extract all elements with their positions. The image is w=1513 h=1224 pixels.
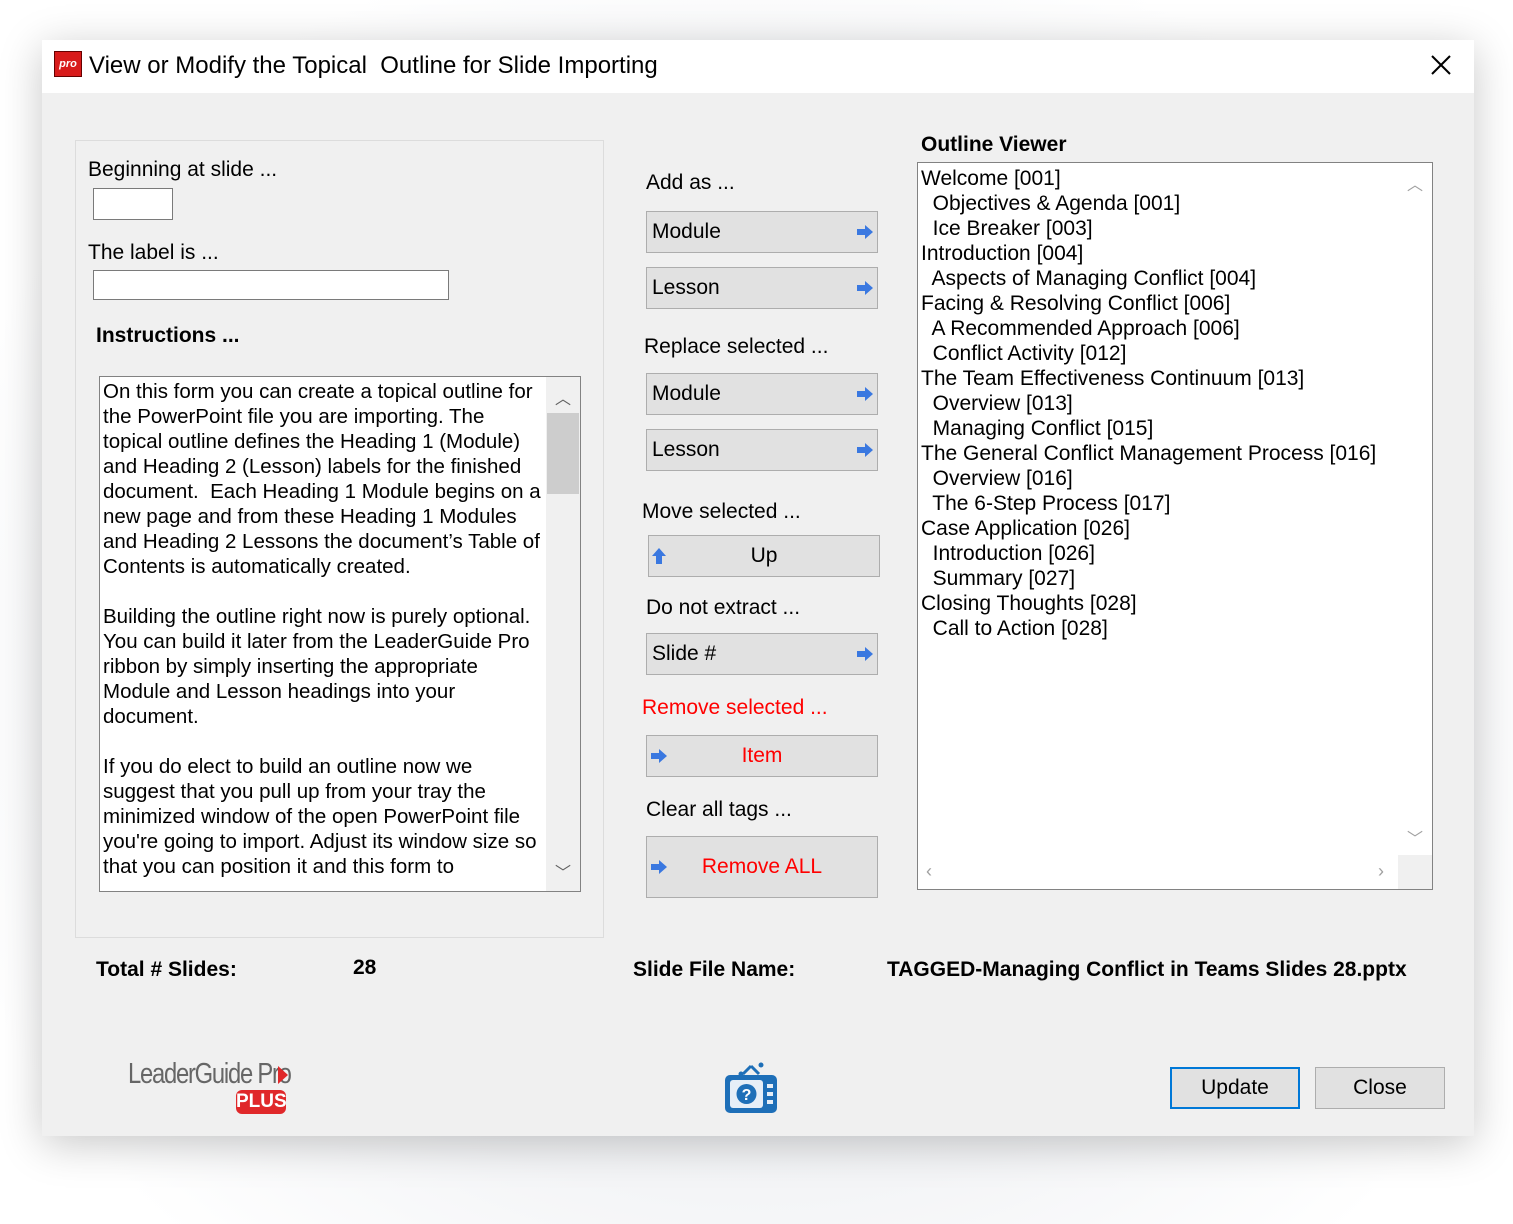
outline-listbox[interactable]: Welcome [001] Objectives & Agenda [001] … <box>917 162 1433 890</box>
outline-item[interactable]: The Team Effectiveness Continuum [013] <box>921 366 1376 391</box>
outline-item[interactable]: Facing & Resolving Conflict [006] <box>921 291 1376 316</box>
label-input[interactable] <box>93 270 449 300</box>
outline-item[interactable]: Summary [027] <box>921 566 1376 591</box>
replace-label: Replace selected ... <box>644 335 829 358</box>
move-up-button[interactable]: Up <box>648 535 880 577</box>
logo-text: LeaderGuide Pro <box>128 1058 292 1090</box>
instructions-heading: Instructions ... <box>96 324 240 347</box>
outline-item[interactable]: Objectives & Agenda [001] <box>921 191 1376 216</box>
outline-item[interactable]: Overview [016] <box>921 466 1376 491</box>
arrow-right-icon <box>857 387 873 401</box>
noextract-slide-button[interactable]: Slide # <box>646 633 878 675</box>
dialog-window: pro View or Modify the Topical Outline f… <box>42 40 1474 1136</box>
outline-item[interactable]: Introduction [004] <box>921 241 1376 266</box>
scroll-right-icon[interactable]: › <box>1378 861 1384 882</box>
add-lesson-button[interactable]: Lesson <box>646 267 878 309</box>
help-video-icon[interactable]: ? <box>723 1062 779 1116</box>
arrow-right-icon <box>857 281 873 295</box>
remove-item-button[interactable]: Item <box>646 735 878 777</box>
arrow-right-icon <box>857 225 873 239</box>
outline-item[interactable]: Aspects of Managing Conflict [004] <box>921 266 1376 291</box>
beginning-label: Beginning at slide ... <box>88 158 278 181</box>
instructions-scrollbar[interactable]: ︿ ﹀ <box>546 377 580 891</box>
remove-all-label: Remove ALL <box>701 855 823 878</box>
logo-play-icon <box>278 1066 288 1084</box>
svg-text:?: ? <box>742 1087 752 1104</box>
remove-item-label: Item <box>741 744 783 767</box>
replace-module-label: Module <box>652 382 721 405</box>
arrow-right-icon <box>857 443 873 457</box>
instructions-text: On this form you can create a topical ou… <box>103 380 541 878</box>
total-slides-label: Total # Slides: <box>96 958 237 981</box>
close-button[interactable]: Close <box>1315 1067 1445 1109</box>
scroll-down-icon[interactable]: ﹀ <box>1398 825 1432 849</box>
slide-file-label: Slide File Name: <box>633 958 796 981</box>
arrow-right-icon <box>857 647 873 661</box>
outline-item[interactable]: A Recommended Approach [006] <box>921 316 1376 341</box>
scroll-up-icon[interactable]: ︿ <box>546 385 580 409</box>
replace-module-button[interactable]: Module <box>646 373 878 415</box>
outline-item[interactable]: Overview [013] <box>921 391 1376 416</box>
close-window-button[interactable] <box>1424 48 1458 82</box>
outline-item[interactable]: The General Conflict Management Process … <box>921 441 1376 466</box>
close-icon <box>1431 55 1451 75</box>
beginning-slide-input[interactable] <box>93 188 173 220</box>
window-title: View or Modify the Topical Outline for S… <box>89 52 658 79</box>
add-module-button[interactable]: Module <box>646 211 878 253</box>
outline-item[interactable]: Closing Thoughts [028] <box>921 591 1376 616</box>
clear-label: Clear all tags ... <box>646 798 792 821</box>
scroll-up-icon[interactable]: ︿ <box>1398 171 1432 195</box>
app-icon: pro <box>54 51 82 77</box>
instructions-textbox[interactable]: On this form you can create a topical ou… <box>99 376 581 892</box>
outline-item[interactable]: Introduction [026] <box>921 541 1376 566</box>
move-up-label: Up <box>750 544 778 567</box>
scroll-corner <box>1398 855 1432 889</box>
outline-item[interactable]: Case Application [026] <box>921 516 1376 541</box>
outline-hscrollbar[interactable]: ‹ › <box>918 855 1398 889</box>
slide-file-value: TAGGED-Managing Conflict in Teams Slides… <box>887 958 1407 981</box>
scroll-thumb[interactable] <box>547 413 579 494</box>
tv-help-icon: ? <box>725 1062 777 1113</box>
leaderguide-logo: LeaderGuide Pro PLUS <box>128 1058 298 1118</box>
outline-heading: Outline Viewer <box>921 133 1067 156</box>
outline-item[interactable]: Managing Conflict [015] <box>921 416 1376 441</box>
outline-items: Welcome [001] Objectives & Agenda [001] … <box>921 166 1376 641</box>
add-lesson-label: Lesson <box>652 276 720 299</box>
scroll-down-icon[interactable]: ﹀ <box>546 859 580 883</box>
move-label: Move selected ... <box>642 500 801 523</box>
add-module-label: Module <box>652 220 721 243</box>
outline-item[interactable]: The 6-Step Process [017] <box>921 491 1376 516</box>
total-slides-value: 28 <box>353 956 377 979</box>
outline-item[interactable]: Conflict Activity [012] <box>921 341 1376 366</box>
outline-vscrollbar[interactable]: ︿ ﹀ <box>1398 163 1432 855</box>
outline-item[interactable]: Call to Action [028] <box>921 616 1376 641</box>
update-button[interactable]: Update <box>1170 1067 1300 1109</box>
outline-item[interactable]: Welcome [001] <box>921 166 1376 191</box>
remove-label: Remove selected ... <box>642 696 828 719</box>
noextract-label: Do not extract ... <box>646 596 801 619</box>
add-as-label: Add as ... <box>646 171 735 194</box>
logo-plus-badge: PLUS <box>236 1090 287 1114</box>
replace-lesson-button[interactable]: Lesson <box>646 429 878 471</box>
noextract-slide-label: Slide # <box>652 642 717 665</box>
replace-lesson-label: Lesson <box>652 438 720 461</box>
remove-all-button[interactable]: Remove ALL <box>646 836 878 898</box>
scroll-left-icon[interactable]: ‹ <box>926 861 932 882</box>
title-bar: pro View or Modify the Topical Outline f… <box>42 40 1474 93</box>
label-label: The label is ... <box>88 241 219 264</box>
outline-item[interactable]: Ice Breaker [003] <box>921 216 1376 241</box>
